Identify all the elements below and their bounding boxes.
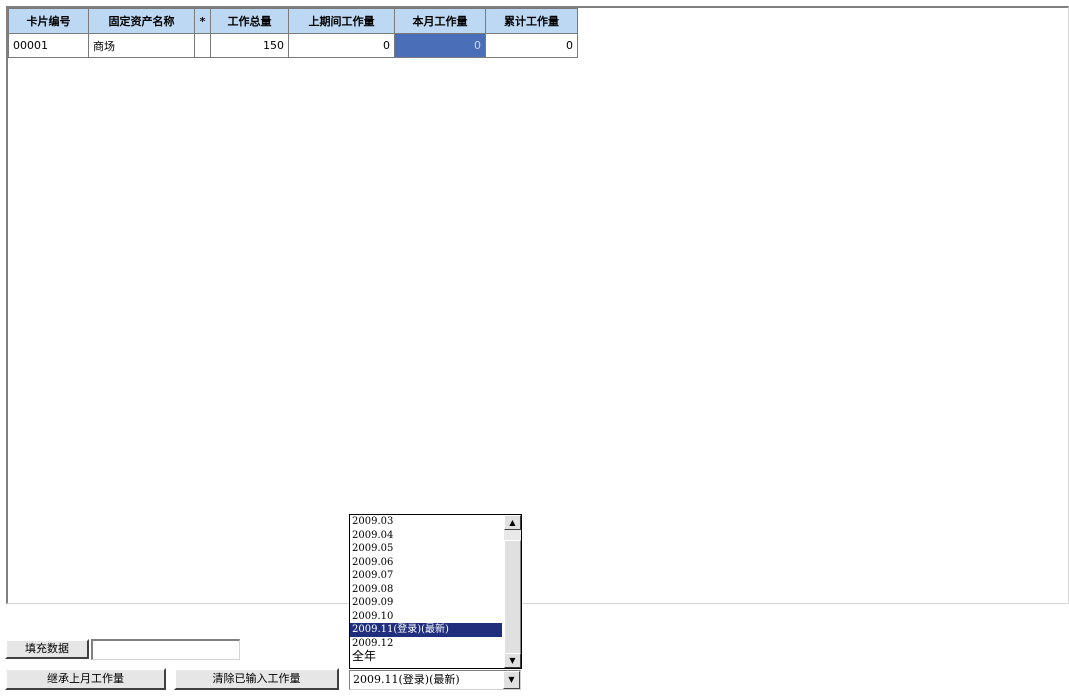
scroll-up-arrow-icon[interactable]: ▲ <box>504 515 521 530</box>
cell-total-work[interactable]: 150 <box>210 33 289 58</box>
cell-asset-name[interactable]: 商场 <box>88 33 195 58</box>
cell-card-no[interactable]: 00001 <box>8 33 89 58</box>
col-header-asset-name[interactable]: 固定资产名称 <box>88 8 195 34</box>
col-header-prev-period-work[interactable]: 上期间工作量 <box>288 8 395 34</box>
period-option[interactable]: 2009.04 <box>350 529 521 543</box>
inherit-last-month-button[interactable]: 继承上月工作量 <box>5 668 166 690</box>
cell-prev-period-work[interactable]: 0 <box>288 33 395 58</box>
col-header-total-work[interactable]: 工作总量 <box>210 8 289 34</box>
col-header-this-month-work[interactable]: 本月工作量 <box>394 8 486 34</box>
col-header-marker[interactable]: * <box>194 8 211 34</box>
cell-this-month-work[interactable]: 0 <box>394 33 486 58</box>
period-option[interactable]: 2009.03 <box>350 515 521 529</box>
col-header-card-no[interactable]: 卡片编号 <box>8 8 89 34</box>
period-option[interactable]: 2009.10 <box>350 610 521 624</box>
list-scrollbar[interactable]: ▲ ▼ <box>504 515 521 668</box>
fill-data-input[interactable] <box>91 639 240 660</box>
table-row[interactable]: 00001 商场 150 0 0 0 <box>8 33 578 58</box>
cell-cumulative-work[interactable]: 0 <box>485 33 578 58</box>
period-option[interactable]: 2009.06 <box>350 556 521 570</box>
period-option[interactable]: 2009.05 <box>350 542 521 556</box>
period-option[interactable]: 2009.07 <box>350 569 521 583</box>
period-option-full-year[interactable]: 全年 <box>350 649 521 664</box>
work-volume-table: 卡片编号 固定资产名称 * 工作总量 上期间工作量 本月工作量 累计工作量 00… <box>8 8 578 58</box>
period-option[interactable]: 2009.12 <box>350 637 521 651</box>
period-option-selected[interactable]: 2009.11(登录)(最新) <box>350 623 502 637</box>
period-option[interactable]: 2009.08 <box>350 583 521 597</box>
period-select[interactable]: 2009.11(登录)(最新) ▼ <box>349 670 521 690</box>
fill-data-button[interactable]: 填充数据 <box>5 639 89 659</box>
dropdown-arrow-icon[interactable]: ▼ <box>503 671 520 689</box>
period-dropdown-list[interactable]: 2009.03 2009.04 2009.05 2009.06 2009.07 … <box>349 514 522 669</box>
period-option[interactable]: 2009.09 <box>350 596 521 610</box>
clear-entered-work-button[interactable]: 清除已输入工作量 <box>174 668 339 690</box>
period-select-value: 2009.11(登录)(最新) <box>353 673 460 686</box>
scroll-down-arrow-icon[interactable]: ▼ <box>504 653 521 668</box>
depreciation-work-grid-panel[interactable]: 卡片编号 固定资产名称 * 工作总量 上期间工作量 本月工作量 累计工作量 00… <box>6 6 1069 604</box>
col-header-cumulative-work[interactable]: 累计工作量 <box>485 8 578 34</box>
table-header-row: 卡片编号 固定资产名称 * 工作总量 上期间工作量 本月工作量 累计工作量 <box>8 8 578 34</box>
scroll-thumb[interactable] <box>504 540 521 660</box>
cell-marker[interactable] <box>194 33 211 58</box>
